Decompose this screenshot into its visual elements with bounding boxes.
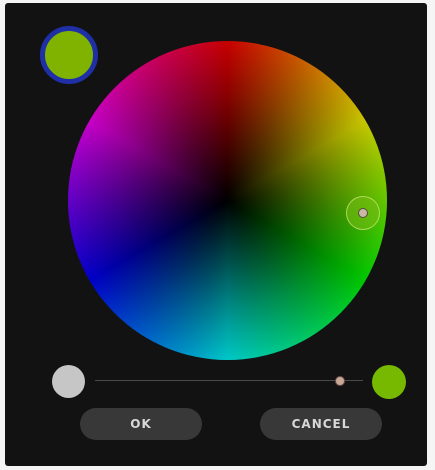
cancel-button[interactable]: CANCEL <box>260 408 382 440</box>
saturation-shade <box>68 41 387 360</box>
color-wheel-handle[interactable] <box>346 196 380 230</box>
selected-color-swatch <box>40 26 98 84</box>
brightness-start-swatch <box>52 365 85 398</box>
brightness-slider-track[interactable] <box>95 380 363 381</box>
brightness-slider-thumb[interactable] <box>335 376 346 386</box>
color-wheel[interactable] <box>68 41 387 360</box>
ok-button[interactable]: OK <box>80 408 202 440</box>
brightness-end-swatch <box>372 365 406 399</box>
color-picker-dialog: OK CANCEL <box>5 3 427 466</box>
